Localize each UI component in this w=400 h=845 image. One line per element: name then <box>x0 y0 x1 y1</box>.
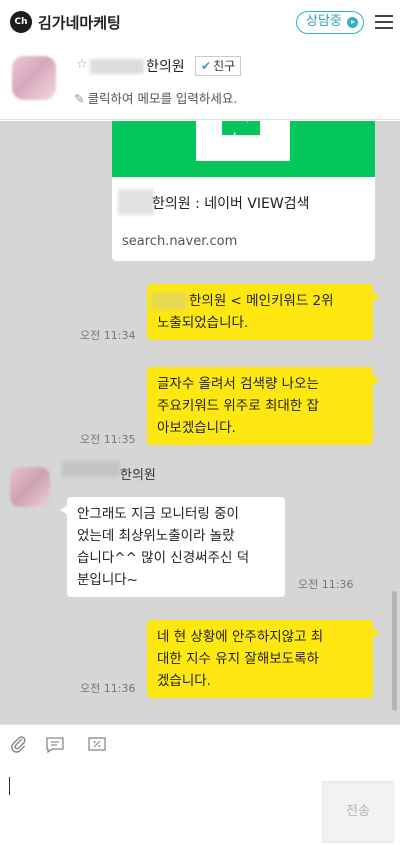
coupon-icon[interactable] <box>86 735 108 757</box>
message-line: 주요키워드 위주로 최대한 잡 <box>157 398 319 414</box>
check-icon: ✔ <box>201 59 212 73</box>
naver-logo-image <box>112 121 375 177</box>
message-composer: 전송 <box>0 724 400 845</box>
message-time: 오전 11:36 <box>80 682 136 695</box>
friend-badge-label: 친구 <box>213 59 236 73</box>
status-button[interactable]: 상담중 <box>296 11 364 34</box>
message-line: 네 현 상황에 안주하지않고 최 <box>157 629 324 645</box>
message-line: 대한 지수 유지 잘해보도록하 <box>157 651 319 667</box>
link-url[interactable]: search.naver.com <box>122 234 237 249</box>
sender-avatar[interactable] <box>10 467 50 507</box>
message-line: 습니다^^ 많이 신경써주신 덕 <box>77 550 250 566</box>
contact-profile: ☆ 한의원 ✔ 친구 ✎ 클릭하여 메모를 입력하세요. <box>0 46 400 120</box>
template-icon[interactable] <box>44 735 66 757</box>
blurred-name <box>90 59 144 74</box>
blurred-name <box>62 461 120 477</box>
avatar[interactable] <box>12 56 56 100</box>
message-line: 노출되었습니다. <box>157 315 249 331</box>
message-line: 글자수 올려서 검색량 나오는 <box>157 376 319 392</box>
memo-field[interactable]: ✎ 클릭하여 메모를 입력하세요. <box>74 88 237 107</box>
message-time: 오전 11:36 <box>298 578 354 591</box>
friend-badge: ✔ 친구 <box>195 56 242 76</box>
pencil-icon: ✎ <box>74 91 85 106</box>
star-icon[interactable]: ☆ <box>76 57 88 72</box>
message-bubble-mine[interactable]: 한의원 < 메인키워드 2위 노출되었습니다. <box>147 284 380 340</box>
memo-placeholder: 클릭하여 메모를 입력하세요. <box>87 91 238 106</box>
message-bubble-other[interactable]: 안그래도 지금 모니터링 중이 었는데 최상위노출이라 놀랐 습니다^^ 많이 … <box>60 497 285 597</box>
message-line: 었는데 최상위노출이라 놀랐 <box>77 528 235 544</box>
message-bubble-mine[interactable]: 글자수 올려서 검색량 나오는 주요키워드 위주로 최대한 잡 아보겠습니다. <box>147 367 380 445</box>
menu-icon[interactable] <box>375 15 393 29</box>
status-label: 상담중 <box>306 14 342 29</box>
link-preview-card[interactable]: 한의원 : 네이버 VIEW검색 search.naver.com <box>112 121 375 261</box>
message-time: 오전 11:34 <box>80 329 136 342</box>
message-input[interactable] <box>9 777 10 795</box>
paperclip-icon[interactable] <box>8 735 30 757</box>
chat-area[interactable]: 한의원 : 네이버 VIEW검색 search.naver.com 한의원 < … <box>0 121 400 724</box>
sender-name: 한의원 <box>120 468 156 483</box>
message-bubble-mine[interactable]: 네 현 상황에 안주하지않고 최 대한 지수 유지 잘해보도록하 겠습니다. <box>147 620 380 698</box>
play-icon <box>347 17 358 28</box>
chat-scrollbar[interactable] <box>392 591 397 711</box>
message-line: 한의원 < 메인키워드 2위 <box>151 290 363 312</box>
channel-logo-icon: Ch <box>10 11 32 33</box>
app-title: 김가네마케팅 <box>38 14 121 32</box>
send-button[interactable]: 전송 <box>322 781 394 843</box>
message-line: 분입니다~ <box>77 572 138 588</box>
message-line: 안그래도 지금 모니터링 중이 <box>77 506 239 522</box>
blurred-text <box>118 189 154 215</box>
top-bar: Ch 김가네마케팅 상담중 <box>0 0 400 46</box>
link-title: 한의원 : 네이버 VIEW검색 <box>152 196 310 212</box>
contact-name: 한의원 <box>146 59 185 75</box>
message-line: 겠습니다. <box>157 673 211 689</box>
message-time: 오전 11:35 <box>80 433 136 446</box>
message-line: 아보겠습니다. <box>157 420 236 436</box>
